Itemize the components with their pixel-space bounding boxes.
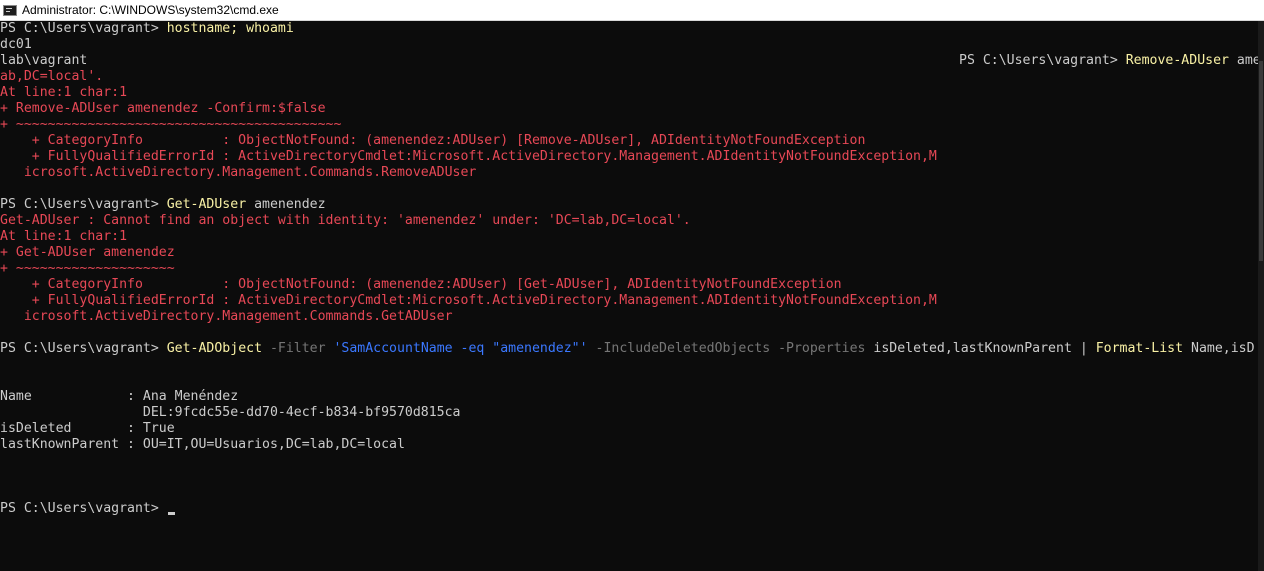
prompt: PS C:\Users\vagrant> [0, 501, 167, 516]
pipe-text: | [1071, 341, 1096, 356]
prompt-line-get-aduser: PS C:\Users\vagrant> Get-ADUser amenende… [0, 197, 326, 213]
command-args: amenendez [246, 197, 326, 212]
argument-text: Name,isD [1183, 341, 1255, 356]
parameter-text: -Filter [262, 341, 334, 356]
prompt: PS C:\Users\vagrant> [0, 21, 167, 36]
vertical-scrollbar[interactable] [1258, 21, 1264, 571]
console-output[interactable]: PS C:\Users\vagrant> hostname; whoami dc… [0, 21, 1258, 571]
error-line: + ~~~~~~~~~~~~~~~~~~~~ [0, 261, 175, 276]
error-line: icrosoft.ActiveDirectory.Management.Comm… [0, 165, 477, 180]
list-output-line: lastKnownParent : OU=IT,OU=Usuarios,DC=l… [0, 437, 405, 452]
error-line: + Get-ADUser amenendez [0, 245, 175, 260]
window-title: Administrator: C:\WINDOWS\system32\cmd.e… [22, 3, 279, 17]
error-line: + ~~~~~~~~~~~~~~~~~~~~~~~~~~~~~~~~~~~~~~… [0, 117, 342, 132]
error-line: + FullyQualifiedErrorId : ActiveDirector… [0, 149, 937, 164]
string-text: 'SamAccountName -eq "amenendez"' [333, 341, 588, 356]
error-line: + FullyQualifiedErrorId : ActiveDirector… [0, 293, 937, 308]
prompt-line-get-adobject: PS C:\Users\vagrant> Get-ADObject -Filte… [0, 341, 1255, 357]
prompt-line-hostname: PS C:\Users\vagrant> hostname; whoami [0, 21, 294, 37]
list-output-line: DEL:9fcdc55e-dd70-4ecf-b834-bf9570d815ca [0, 405, 461, 420]
output-line: lab\vagrant [0, 53, 88, 68]
command-text: Format-List [1095, 341, 1184, 356]
title-bar[interactable]: Administrator: C:\WINDOWS\system32\cmd.e… [0, 0, 1264, 21]
error-line: + CategoryInfo : ObjectNotFound: (amenen… [0, 133, 866, 148]
command-args: ame [1228, 53, 1258, 68]
error-line: icrosoft.ActiveDirectory.Management.Comm… [0, 309, 453, 324]
error-line: + CategoryInfo : ObjectNotFound: (amenen… [0, 277, 842, 292]
prompt: PS C:\Users\vagrant> [0, 197, 167, 212]
console-icon [3, 4, 17, 16]
wrapped-prompt-line: PS C:\Users\vagrant> Remove-ADUser ame [959, 53, 1258, 69]
command-text: Get-ADObject [166, 341, 263, 356]
command-text: Get-ADUser [166, 197, 247, 212]
error-line: At line:1 char:1 [0, 85, 128, 100]
scrollbar-thumb[interactable] [1259, 61, 1263, 261]
error-line: Get-ADUser : Cannot find an object with … [0, 213, 691, 228]
prompt: PS C:\Users\vagrant> [959, 53, 1126, 68]
final-prompt-line[interactable]: PS C:\Users\vagrant> [0, 501, 175, 517]
command-text: hostname; whoami [166, 21, 294, 36]
error-line: + Remove-ADUser amenendez -Confirm:$fals… [0, 101, 326, 116]
command-text: Remove-ADUser [1125, 53, 1229, 68]
text-cursor [167, 512, 175, 515]
argument-text: isDeleted,lastKnownParent [873, 341, 1072, 356]
error-line: At line:1 char:1 [0, 229, 128, 244]
list-output-line: Name : Ana Menéndez [0, 389, 239, 404]
prompt: PS C:\Users\vagrant> [0, 341, 167, 356]
parameter-text: -IncludeDeletedObjects -Properties [587, 341, 874, 356]
output-line: dc01 [0, 37, 32, 52]
list-output-line: isDeleted : True [0, 421, 175, 436]
error-line: ab,DC=local'. [0, 69, 104, 84]
